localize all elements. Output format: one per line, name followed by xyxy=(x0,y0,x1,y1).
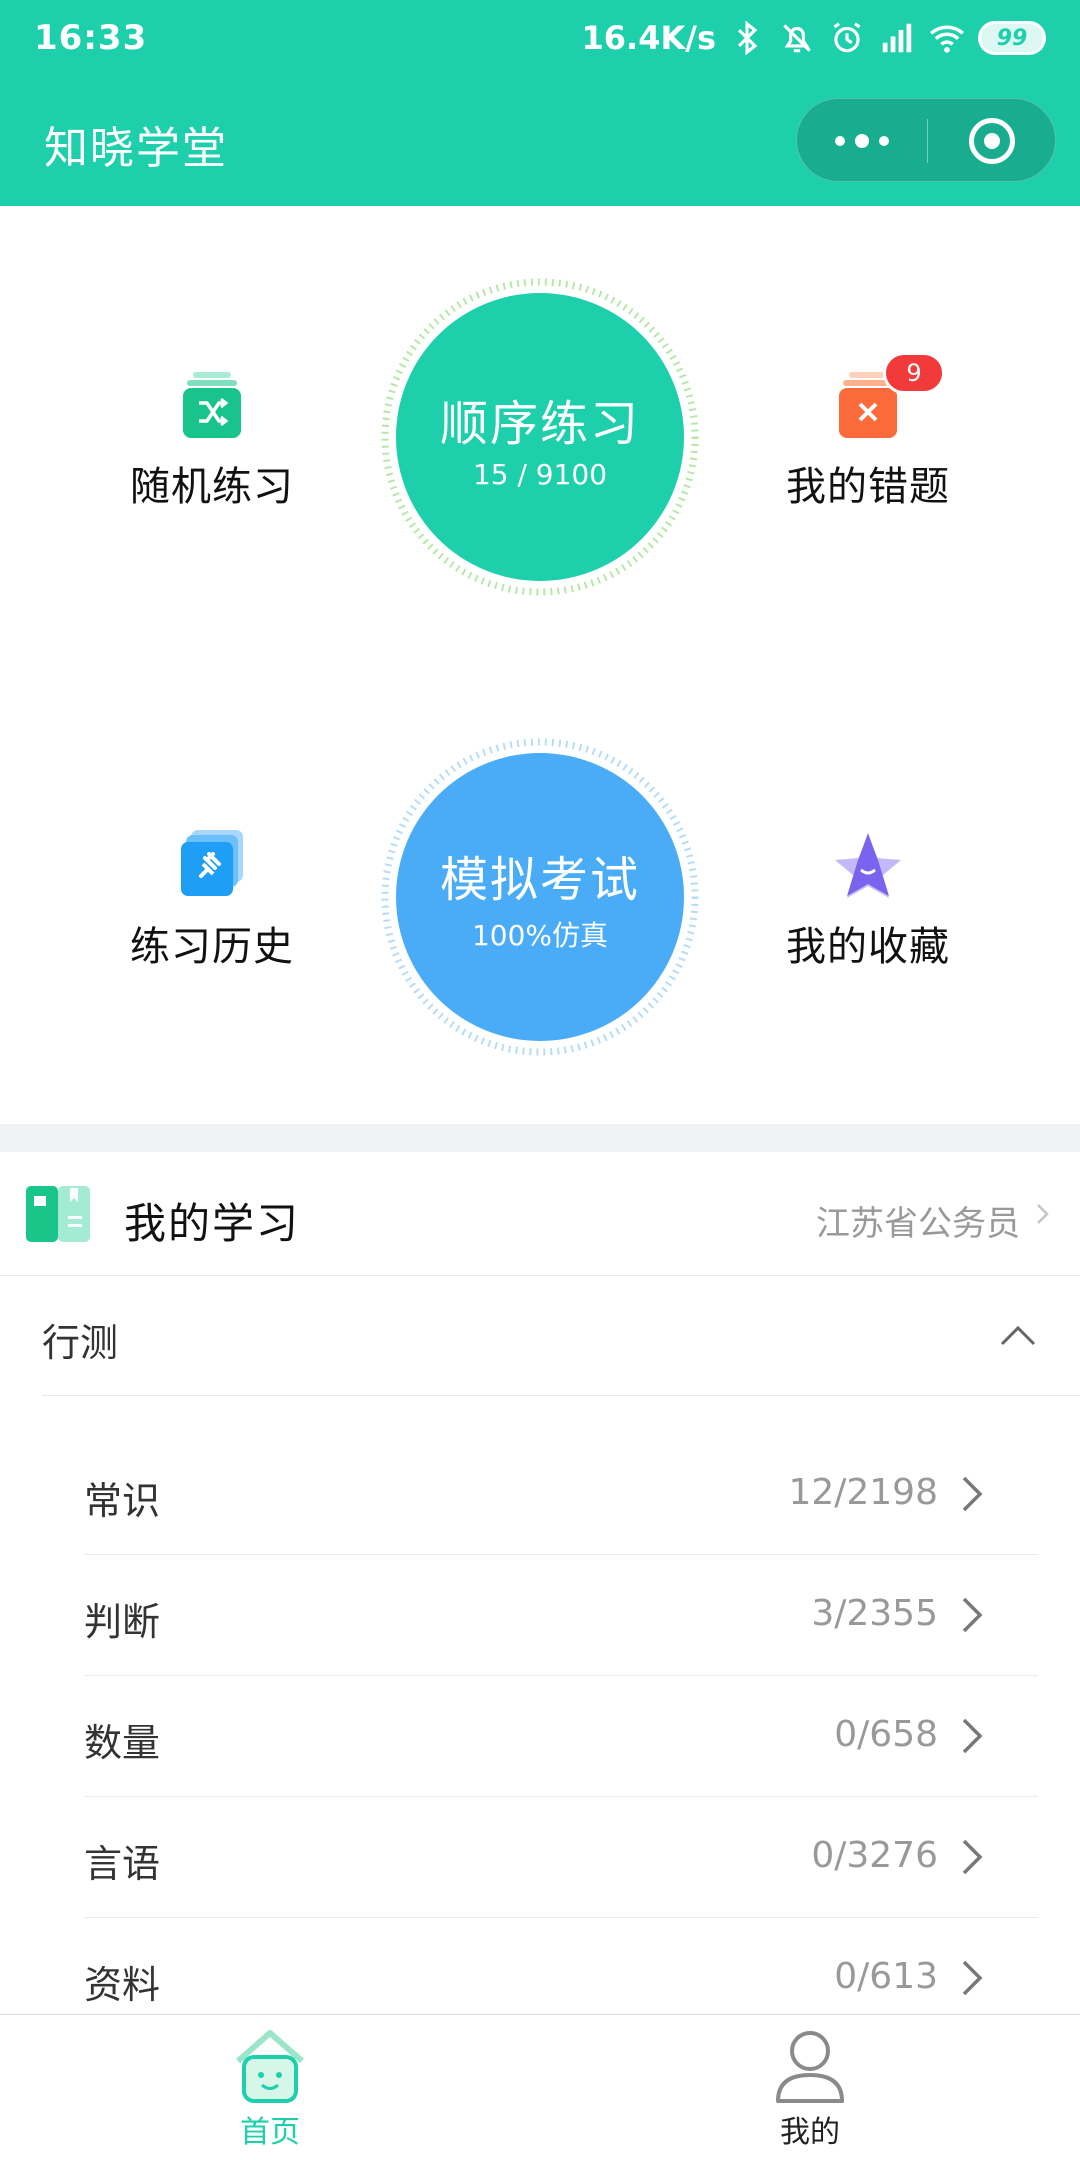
chevron-right-icon xyxy=(962,1960,983,1996)
category-count: 3/2355 xyxy=(811,1593,938,1634)
app-header: 16:33 16.4K/s 99 知晓学堂 xyxy=(0,0,1080,206)
category-count: 0/613 xyxy=(834,1956,938,1997)
exam-region-selector[interactable]: 江苏省公务员 xyxy=(816,1196,1020,1245)
category-count: 0/3276 xyxy=(811,1835,938,1876)
star-icon xyxy=(833,830,903,900)
category-group-title: 行测 xyxy=(42,1321,119,1365)
category-row-common-sense[interactable]: 常识 12/2198 xyxy=(84,1434,1038,1555)
target-icon xyxy=(969,118,1015,164)
close-miniprogram-button[interactable] xyxy=(927,99,1057,183)
miniprogram-capsule xyxy=(796,98,1056,182)
category-group-header[interactable]: 行测 xyxy=(42,1276,1080,1396)
category-name: 言语 xyxy=(84,1842,161,1886)
random-practice-button[interactable]: 随机练习 xyxy=(92,370,332,512)
sequential-practice-title: 顺序练习 xyxy=(439,395,640,452)
status-time: 16:33 xyxy=(34,18,148,58)
wrong-count-badge: 9 xyxy=(883,352,945,394)
mock-exam-circle: 模拟考试 100%仿真 xyxy=(396,753,684,1041)
net-speed: 16.4K/s xyxy=(581,19,716,57)
favorites-button[interactable]: 我的收藏 xyxy=(748,830,988,972)
dot-icon xyxy=(879,136,889,146)
practice-section: 顺序练习 15 / 9100 随机练习 9 我的错题 模拟考试 100%仿真 练… xyxy=(0,206,1080,1124)
bluetooth-icon xyxy=(737,20,758,56)
mock-exam-button[interactable]: 模拟考试 100%仿真 xyxy=(380,737,700,1057)
chevron-right-icon xyxy=(962,1839,983,1875)
mock-exam-subtitle: 100%仿真 xyxy=(471,919,609,952)
random-practice-label: 随机练习 xyxy=(130,464,294,510)
category-count: 0/658 xyxy=(834,1714,938,1755)
my-study-title: 我的学习 xyxy=(124,1199,301,1248)
shuffle-icon xyxy=(177,370,247,440)
status-right: 16.4K/s 99 xyxy=(582,14,1046,62)
tab-home[interactable]: 首页 xyxy=(170,2025,370,2155)
user-icon xyxy=(776,2031,844,2103)
bell-off-icon xyxy=(783,24,811,53)
pin-card-icon xyxy=(177,830,247,900)
chevron-right-icon xyxy=(1037,1204,1049,1224)
tab-home-label: 首页 xyxy=(240,2115,300,2150)
signal-icon xyxy=(882,23,912,53)
category-row-judgement[interactable]: 判断 3/2355 xyxy=(84,1555,1038,1676)
favorites-label: 我的收藏 xyxy=(786,924,950,970)
tab-mine[interactable]: 我的 xyxy=(710,2025,910,2155)
category-row-language[interactable]: 言语 0/3276 xyxy=(84,1797,1038,1918)
book-icon xyxy=(26,1186,90,1242)
chevron-right-icon xyxy=(962,1476,983,1512)
wrong-questions-label: 我的错题 xyxy=(786,464,950,510)
chevron-right-icon xyxy=(962,1597,983,1633)
practice-history-label: 练习历史 xyxy=(130,924,294,970)
battery-indicator: 99 xyxy=(978,21,1046,55)
chevron-right-icon xyxy=(962,1718,983,1754)
category-name: 常识 xyxy=(84,1479,161,1523)
category-name: 判断 xyxy=(84,1600,161,1644)
my-study-header[interactable]: 我的学习 江苏省公务员 xyxy=(0,1152,1080,1276)
cross-card-icon: 9 xyxy=(833,352,945,440)
home-icon xyxy=(236,2030,304,2103)
more-button[interactable] xyxy=(797,99,927,183)
category-name: 资料 xyxy=(84,1963,161,2007)
wrong-questions-button[interactable]: 9 我的错题 xyxy=(748,352,988,512)
page-title: 知晓学堂 xyxy=(44,123,228,174)
tab-mine-label: 我的 xyxy=(780,2115,840,2150)
bottom-tab-bar: 首页 我的 xyxy=(0,2014,1080,2160)
practice-history-button[interactable]: 练习历史 xyxy=(92,830,332,972)
mock-exam-title: 模拟考试 xyxy=(439,852,640,908)
chevron-up-icon[interactable] xyxy=(998,1316,1038,1356)
sequential-practice-button[interactable]: 顺序练习 15 / 9100 xyxy=(380,277,700,597)
section-divider xyxy=(0,1124,1080,1152)
sequential-practice-circle: 顺序练习 15 / 9100 xyxy=(396,293,684,581)
category-row-quantity[interactable]: 数量 0/658 xyxy=(84,1676,1038,1797)
sequential-practice-progress: 15 / 9100 xyxy=(472,457,608,491)
wifi-icon xyxy=(930,25,964,53)
category-count: 12/2198 xyxy=(788,1472,938,1513)
category-name: 数量 xyxy=(84,1721,161,1765)
alarm-icon xyxy=(833,22,861,53)
dot-icon xyxy=(835,136,845,146)
dot-icon xyxy=(855,134,869,148)
status-bar: 16:33 16.4K/s 99 xyxy=(0,0,1080,76)
